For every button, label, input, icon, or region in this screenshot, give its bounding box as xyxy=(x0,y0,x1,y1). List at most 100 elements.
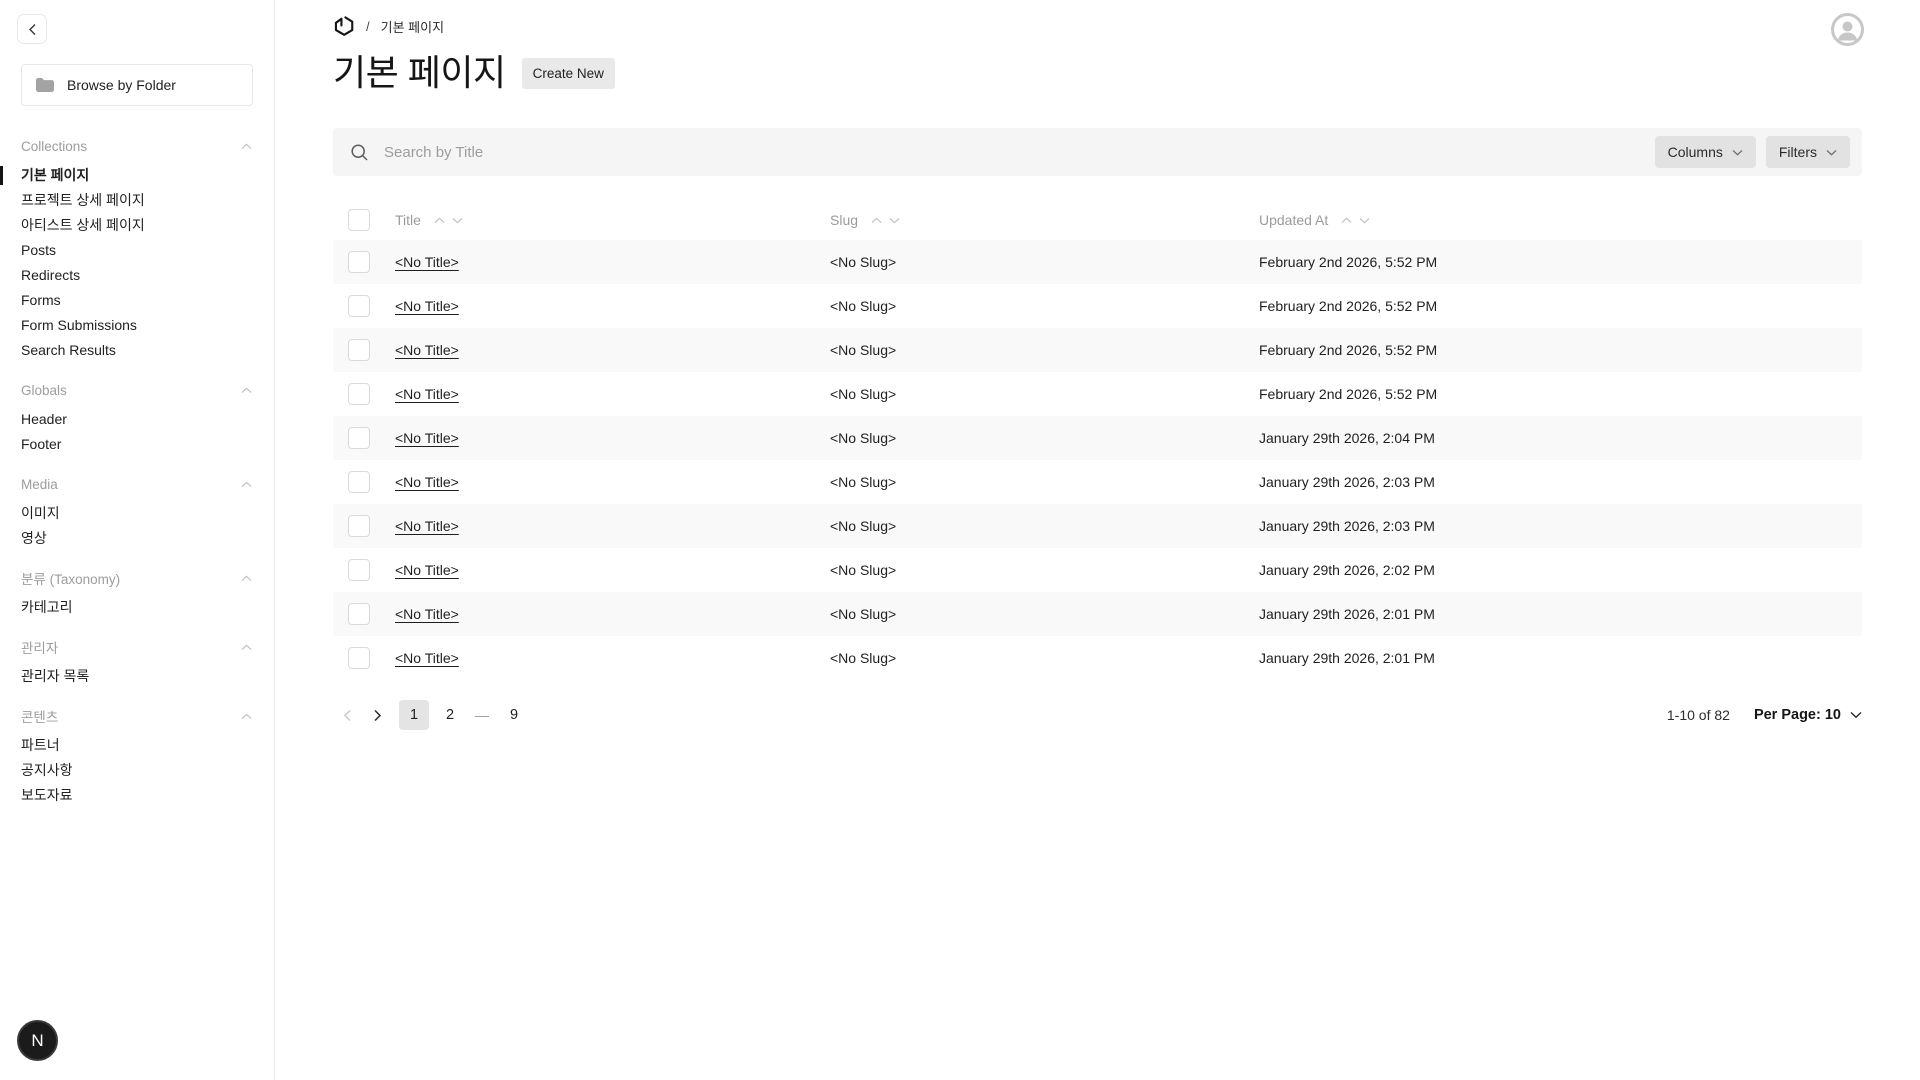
page-button-1[interactable]: 1 xyxy=(399,700,429,730)
table-row: <No Title> <No Slug> January 29th 2026, … xyxy=(333,548,1862,592)
row-title-link[interactable]: <No Title> xyxy=(395,518,459,534)
sidebar-item-redirects[interactable]: Redirects xyxy=(0,263,274,288)
row-checkbox[interactable] xyxy=(348,339,370,361)
breadcrumb: / 기본 페이지 xyxy=(333,14,1862,38)
row-slug: <No Slug> xyxy=(830,386,1259,402)
chevron-down-icon xyxy=(1732,149,1743,156)
breadcrumb-separator: / xyxy=(366,19,370,34)
row-checkbox[interactable] xyxy=(348,295,370,317)
previous-page-button[interactable] xyxy=(333,701,361,729)
row-title-link[interactable]: <No Title> xyxy=(395,298,459,314)
sidebar-item-artist-detail-pages[interactable]: 아티스트 상세 페이지 xyxy=(0,213,274,238)
chevron-up-icon xyxy=(241,644,252,651)
search-input[interactable] xyxy=(382,143,1645,162)
sidebar-nav: Collections 기본 페이지 프로젝트 상세 페이지 아티스트 상세 페… xyxy=(0,134,274,808)
sidebar: Browse by Folder Collections 기본 페이지 프로젝트… xyxy=(0,0,275,1080)
nav-group-globals-header[interactable]: Globals xyxy=(0,378,274,402)
nav-group-label: 콘텐츠 xyxy=(21,706,58,726)
sort-asc-icon[interactable] xyxy=(434,217,445,224)
browse-by-folder-button[interactable]: Browse by Folder xyxy=(21,64,253,106)
account-button[interactable] xyxy=(1831,13,1864,46)
nav-group-media-header[interactable]: Media xyxy=(0,472,274,496)
sidebar-item-partners[interactable]: 파트너 xyxy=(0,733,274,758)
dev-tools-widget-button[interactable]: N xyxy=(17,1020,58,1061)
sidebar-item-search-results[interactable]: Search Results xyxy=(0,338,274,363)
sort-desc-icon[interactable] xyxy=(452,217,463,224)
row-checkbox[interactable] xyxy=(348,383,370,405)
nav-group-taxonomy-header[interactable]: 분류 (Taxonomy) xyxy=(0,566,274,590)
page-button-9[interactable]: 9 xyxy=(499,700,529,730)
sort-desc-icon[interactable] xyxy=(889,217,900,224)
row-title-link[interactable]: <No Title> xyxy=(395,562,459,578)
sidebar-item-categories[interactable]: 카테고리 xyxy=(0,595,274,620)
row-updated-at: February 2nd 2026, 5:52 PM xyxy=(1259,342,1862,358)
row-updated-at: February 2nd 2026, 5:52 PM xyxy=(1259,298,1862,314)
sort-asc-icon[interactable] xyxy=(1341,217,1352,224)
row-title-link[interactable]: <No Title> xyxy=(395,606,459,622)
sidebar-item-images[interactable]: 이미지 xyxy=(0,501,274,526)
nav-group-taxonomy: 분류 (Taxonomy) 카테고리 xyxy=(0,566,274,620)
create-new-button[interactable]: Create New xyxy=(522,58,615,89)
nav-group-media: Media 이미지 영상 xyxy=(0,472,274,551)
nav-group-collections: Collections 기본 페이지 프로젝트 상세 페이지 아티스트 상세 페… xyxy=(0,134,274,363)
filters-button[interactable]: Filters xyxy=(1766,136,1850,168)
table-header-row: Title Slug Updated At xyxy=(333,200,1862,240)
page-button-2[interactable]: 2 xyxy=(435,700,465,730)
chevron-left-icon xyxy=(28,23,37,36)
row-checkbox[interactable] xyxy=(348,647,370,669)
nav-group-collections-header[interactable]: Collections xyxy=(0,134,274,158)
row-checkbox[interactable] xyxy=(348,251,370,273)
row-checkbox[interactable] xyxy=(348,603,370,625)
sidebar-item-notices[interactable]: 공지사항 xyxy=(0,758,274,783)
select-all-checkbox[interactable] xyxy=(348,209,370,231)
row-title-link[interactable]: <No Title> xyxy=(395,474,459,490)
sidebar-item-press-releases[interactable]: 보도자료 xyxy=(0,783,274,808)
row-checkbox[interactable] xyxy=(348,515,370,537)
per-page-label: Per Page: 10 xyxy=(1754,707,1841,723)
nav-group-label: Collections xyxy=(21,139,87,154)
chevron-left-icon xyxy=(343,709,352,722)
folder-icon xyxy=(36,78,54,92)
filters-button-label: Filters xyxy=(1779,144,1817,160)
sidebar-item-admin-list[interactable]: 관리자 목록 xyxy=(0,664,274,689)
chevron-up-icon xyxy=(241,575,252,582)
page-title: 기본 페이지 xyxy=(333,51,506,95)
row-checkbox[interactable] xyxy=(348,471,370,493)
row-title-link[interactable]: <No Title> xyxy=(395,342,459,358)
columns-button[interactable]: Columns xyxy=(1655,136,1756,168)
nav-group-admin-header[interactable]: 관리자 xyxy=(0,635,274,659)
row-slug: <No Slug> xyxy=(830,606,1259,622)
sidebar-item-footer[interactable]: Footer xyxy=(0,432,274,457)
row-updated-at: January 29th 2026, 2:04 PM xyxy=(1259,430,1862,446)
pagination: 1 2 — 9 1-10 of 82 Per Page: 10 xyxy=(333,700,1862,730)
payload-logo-icon[interactable] xyxy=(333,15,355,37)
row-title-link[interactable]: <No Title> xyxy=(395,430,459,446)
breadcrumb-current[interactable]: 기본 페이지 xyxy=(381,17,444,36)
sort-desc-icon[interactable] xyxy=(1359,217,1370,224)
row-slug: <No Slug> xyxy=(830,650,1259,666)
sidebar-item-videos[interactable]: 영상 xyxy=(0,526,274,551)
row-updated-at: January 29th 2026, 2:03 PM xyxy=(1259,518,1862,534)
table-row: <No Title> <No Slug> January 29th 2026, … xyxy=(333,416,1862,460)
row-title-link[interactable]: <No Title> xyxy=(395,650,459,666)
sidebar-item-project-detail-pages[interactable]: 프로젝트 상세 페이지 xyxy=(0,188,274,213)
sidebar-item-forms[interactable]: Forms xyxy=(0,288,274,313)
sidebar-item-posts[interactable]: Posts xyxy=(0,238,274,263)
row-checkbox[interactable] xyxy=(348,559,370,581)
sidebar-item-basic-pages[interactable]: 기본 페이지 xyxy=(0,163,274,188)
nav-group-content-header[interactable]: 콘텐츠 xyxy=(0,704,274,728)
row-title-link[interactable]: <No Title> xyxy=(395,254,459,270)
row-checkbox[interactable] xyxy=(348,427,370,449)
sidebar-item-header[interactable]: Header xyxy=(0,407,274,432)
per-page-selector[interactable]: Per Page: 10 xyxy=(1754,707,1862,723)
row-title-link[interactable]: <No Title> xyxy=(395,386,459,402)
sidebar-item-form-submissions[interactable]: Form Submissions xyxy=(0,313,274,338)
chevron-up-icon xyxy=(241,713,252,720)
sort-asc-icon[interactable] xyxy=(871,217,882,224)
table-row: <No Title> <No Slug> January 29th 2026, … xyxy=(333,592,1862,636)
search-icon xyxy=(350,143,369,162)
columns-button-label: Columns xyxy=(1668,144,1723,160)
next-page-button[interactable] xyxy=(363,701,391,729)
collapse-sidebar-button[interactable] xyxy=(17,14,47,44)
chevron-right-icon xyxy=(373,709,382,722)
